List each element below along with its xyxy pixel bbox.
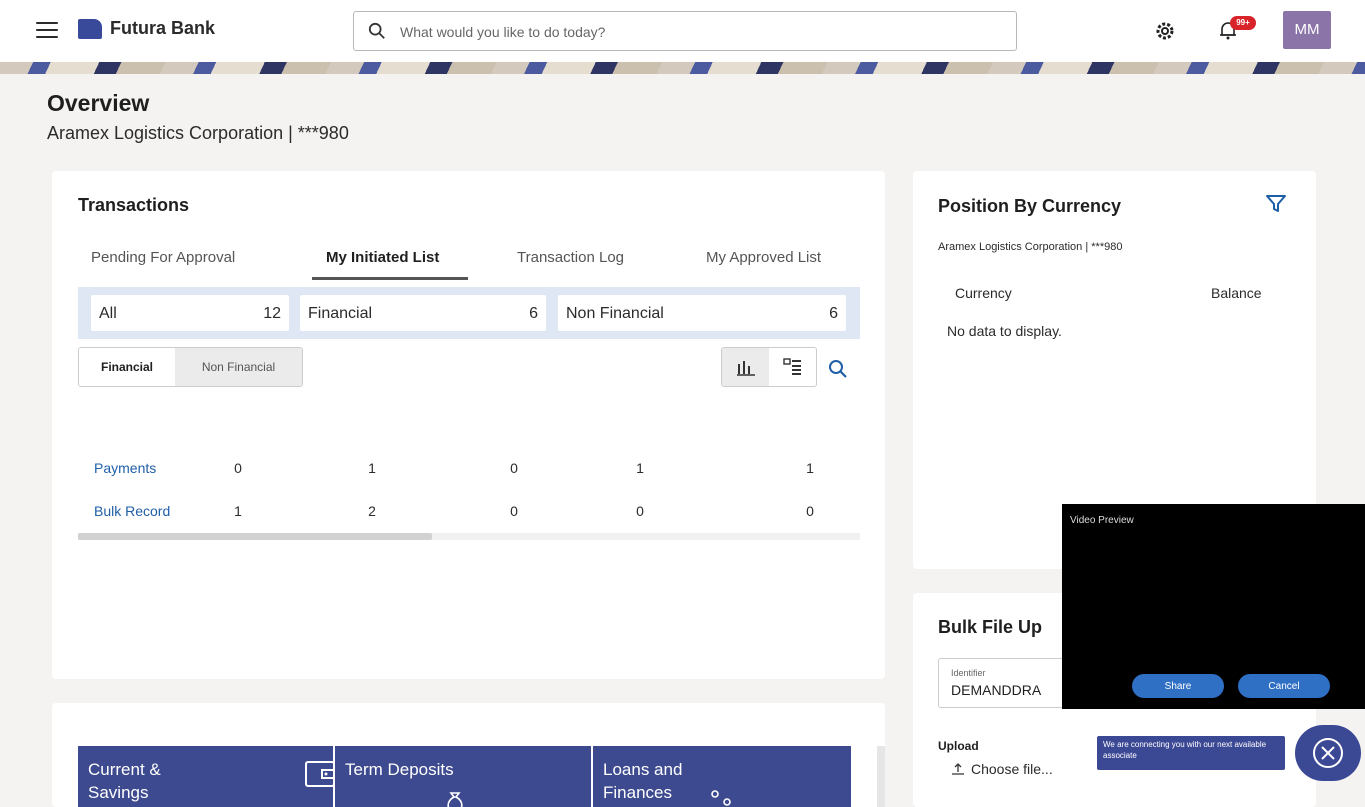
search-input[interactable] [400, 21, 1000, 43]
transactions-title: Transactions [78, 195, 190, 215]
settings-icon[interactable] [1155, 21, 1175, 41]
summary-label: Financial [308, 305, 373, 322]
upload-label: Upload [938, 739, 979, 753]
tile-term-deposits[interactable]: Term Deposits [335, 746, 591, 807]
menu-icon[interactable] [36, 22, 58, 38]
cancel-button[interactable]: Cancel [1238, 674, 1330, 698]
identifier-label: Identifier [951, 668, 986, 678]
empty-state-message: No data to display. [947, 323, 1062, 339]
summary-non-financial[interactable]: Non Financial 6 [558, 295, 846, 331]
tile-label: Term Deposits [345, 760, 454, 779]
position-subtitle: Aramex Logistics Corporation | ***980 [938, 241, 1123, 253]
row-name-link[interactable]: Payments [94, 460, 156, 476]
bank-logo-icon [78, 18, 102, 39]
bulk-upload-title: Bulk File Up [938, 617, 1043, 637]
active-tab-indicator [312, 277, 468, 280]
vertical-scrollbar[interactable] [877, 746, 885, 807]
summary-financial[interactable]: Financial 6 [300, 295, 546, 331]
search-icon [368, 22, 385, 39]
summary-count: 6 [829, 305, 838, 322]
toggle-financial[interactable]: Financial [79, 348, 175, 386]
summary-label: Non Financial [566, 305, 664, 322]
table-cell: 1 [368, 460, 376, 476]
table-cell: 0 [806, 503, 814, 519]
position-title: Position By Currency [938, 196, 1122, 216]
tile-current-savings[interactable]: Current & Savings [78, 746, 335, 807]
user-avatar[interactable]: MM [1283, 11, 1331, 49]
table-cell: 1 [806, 460, 814, 476]
summary-label: All [99, 305, 117, 322]
tile-loans-finances[interactable]: Loans and Finances [593, 746, 851, 807]
table-cell: 0 [510, 460, 518, 476]
table-cell: 0 [510, 503, 518, 519]
tab-transaction-log[interactable]: Transaction Log [517, 249, 624, 266]
currency-column-header: Currency [955, 285, 1012, 301]
view-switcher [721, 347, 817, 387]
chart-view-button[interactable] [722, 348, 769, 386]
transaction-summary: All 12 Financial 6 Non Financial 6 [78, 287, 860, 339]
table-cell: 0 [234, 460, 242, 476]
bar-chart-icon [736, 361, 755, 376]
row-name-link[interactable]: Bulk Record [94, 503, 170, 519]
share-button[interactable]: Share [1132, 674, 1224, 698]
page-subtitle: Aramex Logistics Corporation | ***980 [47, 123, 349, 143]
tab-pending-for-approval[interactable]: Pending For Approval [91, 249, 235, 266]
tab-my-initiated-list[interactable]: My Initiated List [326, 249, 439, 266]
money-bag-icon [447, 792, 463, 807]
balance-column-header: Balance [1211, 285, 1262, 301]
close-icon [1313, 738, 1343, 768]
table-cell: 2 [368, 503, 376, 519]
brand-name: Futura Bank [110, 18, 216, 38]
wallet-icon [305, 761, 335, 787]
tile-label: Loans and Finances [603, 760, 683, 802]
transactions-card: Transactions Pending For Approval My Ini… [52, 171, 885, 679]
financial-toggle: Financial Non Financial [78, 347, 303, 387]
summary-all[interactable]: All 12 [91, 295, 289, 331]
header-decorative-band [0, 62, 1365, 74]
global-search[interactable] [353, 11, 1017, 51]
table-cell: 1 [234, 503, 242, 519]
summary-count: 12 [263, 305, 281, 322]
table-cell: 0 [636, 503, 644, 519]
page-title: Overview [47, 90, 150, 116]
video-preview-title: Video Preview [1070, 515, 1134, 526]
close-chat-button[interactable] [1295, 725, 1361, 781]
list-view-icon [782, 358, 801, 375]
summary-count: 6 [529, 305, 538, 322]
choose-file-button[interactable]: Choose file... [951, 761, 1053, 777]
loan-icon [711, 790, 731, 806]
filter-icon[interactable] [1265, 194, 1287, 214]
upload-icon [952, 763, 964, 775]
choose-file-label: Choose file... [971, 761, 1053, 777]
toggle-non-financial[interactable]: Non Financial [175, 348, 302, 386]
identifier-value: DEMANDDRA [951, 682, 1042, 698]
tile-label: Current & Savings [88, 760, 161, 802]
top-bar: Futura Bank 99+ MM [0, 0, 1365, 62]
brand-logo[interactable]: Futura Bank [78, 18, 215, 39]
tab-my-approved-list[interactable]: My Approved List [706, 249, 821, 266]
transactions-tabs: Pending For Approval My Initiated List T… [78, 243, 858, 280]
list-view-button[interactable] [769, 348, 816, 386]
table-cell: 1 [636, 460, 644, 476]
connecting-toast: We are connecting you with our next avai… [1097, 736, 1285, 770]
search-icon[interactable] [828, 359, 848, 379]
video-preview-panel: Video Preview Share Cancel [1062, 504, 1365, 709]
account-tiles-card: Current & Savings Term Deposits Loans an… [52, 703, 885, 807]
notification-count-badge: 99+ [1230, 16, 1256, 30]
scrollbar-thumb[interactable] [78, 533, 432, 540]
